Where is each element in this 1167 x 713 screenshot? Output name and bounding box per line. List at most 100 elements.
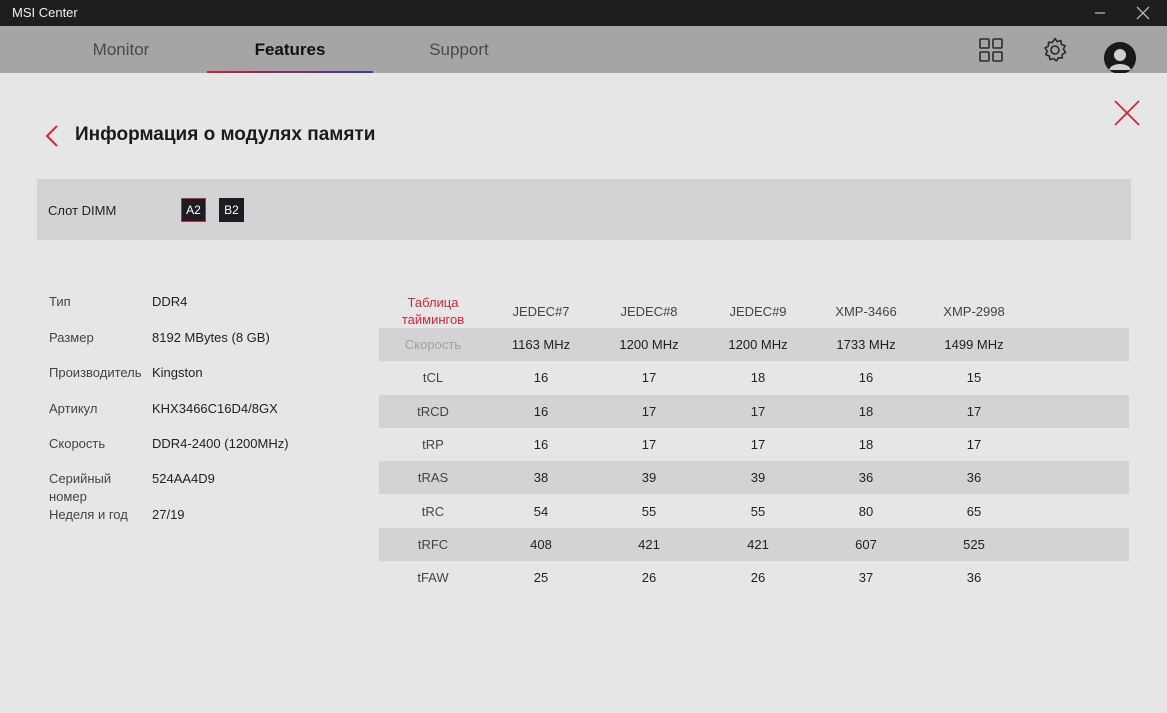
info-key: Размер [49,330,94,345]
row-label: tRP [422,436,444,452]
tab-label: Features [254,39,326,59]
table-cell: 17 [641,370,657,386]
back-chevron-icon[interactable] [42,124,62,148]
table-cell: 421 [638,536,660,552]
table-cell: 1200 MHz [619,337,679,352]
table-row: tFAW 25 26 26 37 36 [379,561,1129,594]
table-row: tRP 16 17 17 18 17 [379,428,1129,461]
table-cell: 1200 MHz [728,337,788,352]
table-cell: 18 [858,403,874,419]
table-cell: 421 [747,536,769,552]
grid-icon[interactable] [976,35,1006,65]
dimm-slot-label: Слот DIMM [48,203,117,218]
window-close-button[interactable] [1123,0,1163,26]
info-value: 524AA4D9 [152,471,215,486]
table-cell: 26 [750,570,766,586]
row-label: tCL [422,370,444,386]
close-x-icon[interactable] [1112,98,1142,128]
table-cell: 17 [641,403,657,419]
table-cell: 17 [966,403,982,419]
gear-icon[interactable] [1040,35,1070,65]
table-cell: 16 [533,370,549,386]
window-title: MSI Center [12,5,78,20]
info-value: DDR4 [152,294,188,309]
table-cell: 55 [750,503,766,519]
table-row: tCL 16 17 18 16 15 [379,361,1129,394]
info-key: Скорость [49,436,106,451]
table-cell: 607 [855,536,877,552]
tab-features[interactable]: Features [207,26,373,73]
table-cell: 37 [858,570,874,586]
table-cell: 1499 MHz [944,337,1004,352]
table-cell: 17 [750,403,766,419]
nav-bar: Monitor Features Support [0,26,1167,73]
timing-table-title: Таблица таймингов [401,295,465,327]
column-header: XMP-2998 [943,303,1005,319]
info-key: Неделя и год [49,507,128,522]
info-value: KHX3466C16D4/8GX [152,401,278,416]
table-cell: 80 [858,503,874,519]
table-cell: 17 [750,436,766,452]
tab-support[interactable]: Support [376,26,542,73]
minimize-button[interactable] [1080,0,1120,26]
table-row: tRAS 38 39 39 36 36 [379,461,1129,495]
table-cell: 55 [641,503,657,519]
table-row: tRFC 408 421 421 607 525 [379,527,1129,561]
dimm-slot-bar: Слот DIMM A2 B2 [37,179,1131,240]
info-value: DDR4-2400 (1200MHz) [152,436,289,451]
row-label: tFAW [417,570,449,586]
info-key: Артикул [49,401,98,416]
timing-table-header: Таблица таймингов JEDEC#7 JEDEC#8 JEDEC#… [379,294,1129,328]
table-cell: 17 [966,436,982,452]
table-cell: 26 [641,570,657,586]
table-cell: 25 [533,570,549,586]
table-cell: 18 [750,370,766,386]
table-cell: 36 [966,470,982,486]
table-cell: 36 [966,570,982,586]
row-label: tRCD [417,403,449,419]
table-cell: 16 [858,370,874,386]
column-header: JEDEC#7 [512,303,570,319]
table-cell: 408 [530,536,552,552]
row-label: tRC [421,503,445,519]
row-label: Скорость [404,337,462,352]
column-header: JEDEC#9 [729,303,787,319]
table-cell: 36 [858,470,874,486]
table-cell: 18 [858,436,874,452]
table-cell: 525 [963,536,985,552]
info-value: 8192 MBytes (8 GB) [152,330,270,345]
table-cell: 54 [533,503,549,519]
content-area: Информация о модулях памяти Слот DIMM A2… [0,73,1167,713]
info-key: Серийный номер [49,471,112,504]
close-icon [1136,6,1150,20]
table-cell: 1733 MHz [836,337,896,352]
info-value: 27/19 [152,507,185,522]
table-row: Скорость 1163 MHz 1200 MHz 1200 MHz 1733 MHz… [379,328,1129,361]
table-cell: 16 [533,436,549,452]
avatar[interactable] [1104,42,1136,74]
tab-label: Monitor [92,39,150,59]
table-row: tRCD 16 17 17 18 17 [379,394,1129,428]
table-cell: 39 [641,470,657,486]
table-cell: 16 [533,403,549,419]
table-cell: 65 [966,503,982,519]
info-key: Производитель [49,365,142,380]
slot-b2-button[interactable]: B2 [219,198,244,222]
minimize-icon [1095,12,1105,14]
row-label: tRFC [417,536,449,552]
table-cell: 1163 MHz [511,337,571,352]
slot-a2-button[interactable]: A2 [181,198,206,222]
page-title: Информация о модулях памяти [75,124,376,145]
table-cell: 39 [750,470,766,486]
column-header: JEDEC#8 [620,303,678,319]
table-cell: 38 [533,470,549,486]
table-cell: 15 [966,370,982,386]
table-cell: 17 [641,436,657,452]
row-label: tRAS [417,470,449,486]
tab-monitor[interactable]: Monitor [38,26,204,73]
info-value: Kingston [152,365,203,380]
column-header: XMP-3466 [835,303,897,319]
table-row: tRC 54 55 55 80 65 [379,495,1129,528]
title-bar: MSI Center [0,0,1167,26]
info-key: Тип [49,294,71,309]
